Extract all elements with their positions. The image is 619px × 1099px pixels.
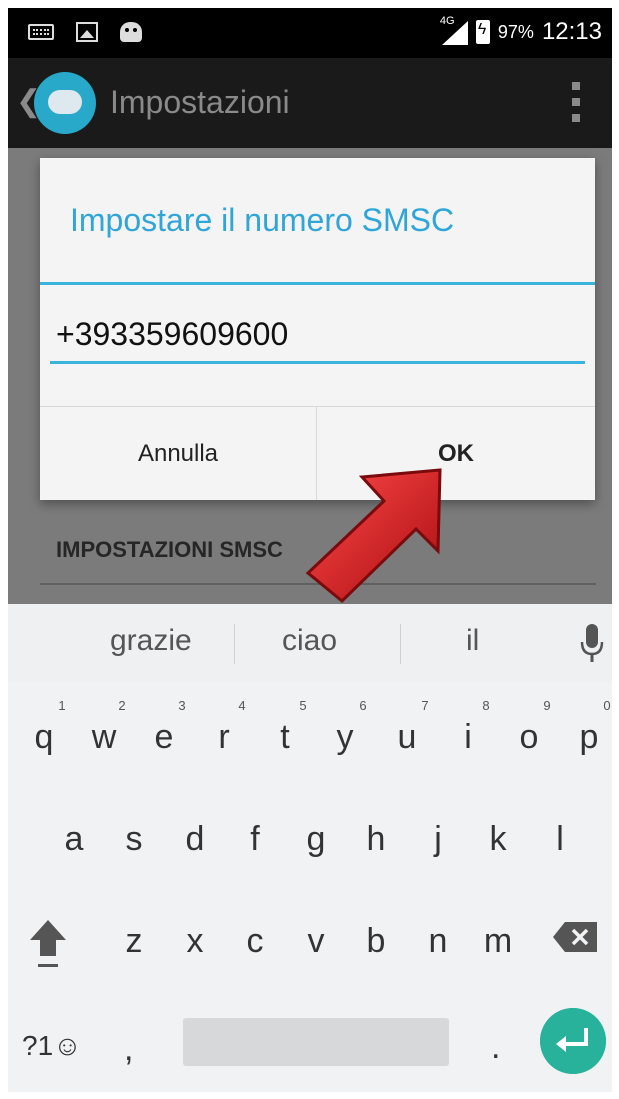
suggestion-separator: [234, 624, 235, 664]
smsc-number-input[interactable]: [50, 308, 585, 364]
red-arrow-icon: [305, 468, 442, 604]
key-n[interactable]: n: [418, 922, 458, 961]
network-type: 4G: [439, 15, 455, 27]
key-d[interactable]: d: [175, 820, 215, 859]
battery-level: 97%: [497, 21, 534, 42]
suggestion-2[interactable]: ciao: [282, 624, 337, 658]
key-i[interactable]: i: [448, 718, 488, 757]
key-x[interactable]: x: [175, 922, 215, 961]
key-hint: 1: [58, 698, 66, 713]
spacebar[interactable]: [183, 1018, 449, 1066]
screen: 4G 97% 12:13 ❮ Impostazioni IMPOSTAZIONI…: [0, 0, 619, 1099]
key-c[interactable]: c: [235, 922, 275, 961]
status-bar: 4G 97% 12:13: [8, 8, 612, 58]
key-a[interactable]: a: [54, 820, 94, 859]
key-j[interactable]: j: [418, 820, 458, 859]
enter-key-icon[interactable]: [540, 1008, 606, 1074]
key-q[interactable]: q: [24, 718, 64, 757]
action-bar: ❮ Impostazioni: [8, 58, 612, 148]
key-hint: 2: [118, 698, 126, 713]
cancel-button[interactable]: Annulla: [40, 407, 316, 500]
key-m[interactable]: m: [478, 922, 518, 961]
app-logo-icon[interactable]: [34, 72, 96, 134]
suggestion-3[interactable]: il: [466, 624, 479, 658]
key-y[interactable]: y: [325, 718, 365, 757]
image-notification-icon: [76, 22, 98, 42]
symbols-key[interactable]: ?1☺: [22, 1030, 82, 1062]
key-hint: 4: [238, 698, 246, 713]
key-hint: 7: [421, 698, 429, 713]
key-g[interactable]: g: [296, 820, 336, 859]
page-title: Impostazioni: [110, 84, 290, 120]
comma-key[interactable]: ,: [124, 1030, 133, 1069]
key-r[interactable]: r: [204, 718, 244, 757]
section-title: IMPOSTAZIONI SMSC: [56, 537, 283, 562]
key-v[interactable]: v: [296, 922, 336, 961]
key-p[interactable]: p: [569, 718, 609, 757]
clock: 12:13: [541, 18, 602, 45]
key-hint: 3: [178, 698, 186, 713]
key-s[interactable]: s: [114, 820, 154, 859]
suggestion-strip: grazie ciao il: [8, 604, 612, 682]
android-notification-icon: [120, 22, 142, 42]
overflow-menu-icon[interactable]: [572, 82, 582, 122]
keyboard-notification-icon: [28, 24, 54, 40]
key-hint: 0: [603, 698, 611, 713]
suggestion-separator: [400, 624, 401, 664]
key-t[interactable]: t: [265, 718, 305, 757]
key-w[interactable]: w: [84, 718, 124, 757]
backspace-key-icon[interactable]: [551, 920, 599, 954]
key-h[interactable]: h: [356, 820, 396, 859]
battery-charging-icon: [475, 20, 490, 44]
suggestion-1[interactable]: grazie: [110, 624, 192, 658]
key-o[interactable]: o: [509, 718, 549, 757]
key-hint: 9: [543, 698, 551, 713]
shift-key-icon[interactable]: [28, 918, 68, 970]
dialog-title: Impostare il numero SMSC: [70, 202, 455, 238]
smsc-dialog: Impostare il numero SMSC Annulla OK: [40, 158, 595, 500]
key-hint: 6: [359, 698, 367, 713]
dialog-title-divider: [40, 282, 595, 285]
key-hint: 5: [299, 698, 307, 713]
key-k[interactable]: k: [478, 820, 518, 859]
key-f[interactable]: f: [235, 820, 275, 859]
period-key[interactable]: .: [491, 1028, 500, 1067]
key-u[interactable]: u: [387, 718, 427, 757]
signal-icon: 4G: [440, 15, 468, 45]
key-l[interactable]: l: [540, 820, 580, 859]
key-hint: 8: [482, 698, 490, 713]
microphone-icon[interactable]: [580, 624, 604, 664]
key-e[interactable]: e: [144, 718, 184, 757]
key-z[interactable]: z: [114, 922, 154, 961]
key-b[interactable]: b: [356, 922, 396, 961]
